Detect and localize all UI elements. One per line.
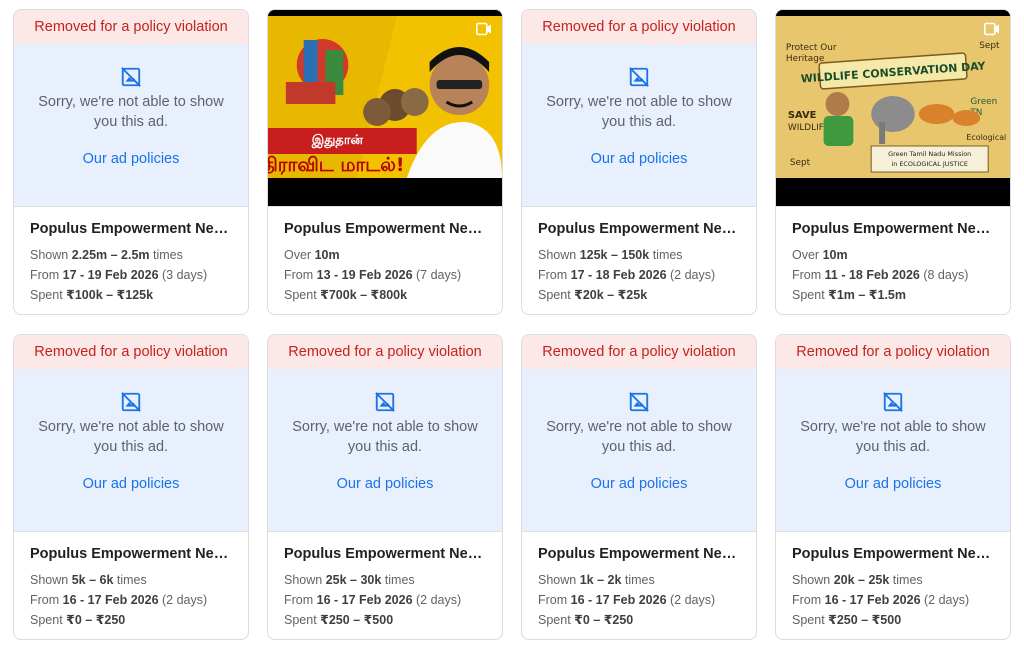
ad-card[interactable]: Removed for a policy violation Sorry, we… bbox=[775, 334, 1011, 640]
ad-details: Populus Empowerment Netw... Shown 125k –… bbox=[522, 206, 756, 314]
ad-preview-removed: Removed for a policy violation Sorry, we… bbox=[14, 335, 248, 531]
ad-unavailable-message: Sorry, we're not able to show you this a… bbox=[546, 419, 732, 455]
ad-policies-link[interactable]: Our ad policies bbox=[776, 476, 1010, 492]
image-unavailable-icon bbox=[120, 391, 142, 413]
date-range-line: From 17 - 18 Feb 2026 (2 days) bbox=[538, 268, 716, 282]
svg-text:Sept: Sept bbox=[790, 158, 811, 168]
spend-line: Spent ₹250 – ₹500 bbox=[284, 613, 394, 627]
ad-card[interactable]: Removed for a policy violation Sorry, we… bbox=[13, 9, 249, 315]
svg-text:Green Tamil Nadu Mission: Green Tamil Nadu Mission bbox=[888, 150, 971, 158]
svg-text:திராவிட மாடல்!: திராவிட மாடல்! bbox=[268, 154, 405, 178]
ad-card[interactable]: Removed for a policy violation Sorry, we… bbox=[267, 334, 503, 640]
ad-policies-link[interactable]: Our ad policies bbox=[268, 476, 502, 492]
image-unavailable-icon bbox=[628, 66, 650, 88]
ad-preview-removed: Removed for a policy violation Sorry, we… bbox=[776, 335, 1010, 531]
ad-preview-removed: Removed for a policy violation Sorry, we… bbox=[14, 10, 248, 206]
ad-preview-removed: Removed for a policy violation Sorry, we… bbox=[522, 335, 756, 531]
ad-preview-removed: Removed for a policy violation Sorry, we… bbox=[268, 335, 502, 531]
impressions-line: Over 10m bbox=[792, 248, 848, 262]
svg-text:WILDLIFE: WILDLIFE bbox=[788, 123, 830, 133]
ad-details: Populus Empowerment Netw... Shown 1k – 2… bbox=[522, 531, 756, 639]
ad-card[interactable]: Removed for a policy violation Sorry, we… bbox=[13, 334, 249, 640]
ad-unavailable-message: Sorry, we're not able to show you this a… bbox=[800, 419, 986, 455]
advertiser-name[interactable]: Populus Empowerment Netw... bbox=[792, 221, 995, 237]
advertiser-name[interactable]: Populus Empowerment Netw... bbox=[792, 546, 995, 562]
impressions-line: Shown 20k – 25k times bbox=[792, 573, 923, 587]
image-unavailable-icon bbox=[882, 391, 904, 413]
svg-text:Heritage: Heritage bbox=[786, 54, 825, 64]
ad-details: Populus Empowerment Netw... Shown 5k – 6… bbox=[14, 531, 248, 639]
spend-line: Spent ₹0 – ₹250 bbox=[538, 613, 634, 627]
date-range-line: From 16 - 17 Feb 2026 (2 days) bbox=[792, 593, 970, 607]
policy-violation-banner: Removed for a policy violation bbox=[14, 10, 248, 44]
ad-card[interactable]: Removed for a policy violation Sorry, we… bbox=[521, 334, 757, 640]
impressions-line: Shown 1k – 2k times bbox=[538, 573, 655, 587]
svg-text:Green: Green bbox=[970, 97, 997, 107]
impressions-line: Over 10m bbox=[284, 248, 340, 262]
ad-unavailable-message: Sorry, we're not able to show you this a… bbox=[546, 94, 732, 130]
spend-line: Spent ₹20k – ₹25k bbox=[538, 288, 648, 302]
date-range-line: From 16 - 17 Feb 2026 (2 days) bbox=[538, 593, 716, 607]
advertiser-name[interactable]: Populus Empowerment Netw... bbox=[30, 546, 233, 562]
policy-violation-banner: Removed for a policy violation bbox=[776, 335, 1010, 369]
ad-details: Populus Empowerment Netw... Shown 2.25m … bbox=[14, 206, 248, 314]
date-range-line: From 13 - 19 Feb 2026 (7 days) bbox=[284, 268, 462, 282]
policy-violation-banner: Removed for a policy violation bbox=[14, 335, 248, 369]
advertiser-name[interactable]: Populus Empowerment Netw... bbox=[284, 546, 487, 562]
ad-policies-link[interactable]: Our ad policies bbox=[522, 151, 756, 167]
spend-line: Spent ₹100k – ₹125k bbox=[30, 288, 154, 302]
date-range-line: From 16 - 17 Feb 2026 (2 days) bbox=[284, 593, 462, 607]
image-unavailable-icon bbox=[120, 66, 142, 88]
ad-unavailable-message: Sorry, we're not able to show you this a… bbox=[38, 419, 224, 455]
policy-violation-banner: Removed for a policy violation bbox=[522, 335, 756, 369]
video-camera-icon bbox=[476, 22, 492, 36]
date-range-line: From 16 - 17 Feb 2026 (2 days) bbox=[30, 593, 208, 607]
ad-card[interactable]: Removed for a policy violation Sorry, we… bbox=[521, 9, 757, 315]
spend-line: Spent ₹1m – ₹1.5m bbox=[792, 288, 906, 302]
date-range-line: From 17 - 19 Feb 2026 (3 days) bbox=[30, 268, 208, 282]
advertiser-name[interactable]: Populus Empowerment Netw... bbox=[538, 546, 741, 562]
spend-line: Spent ₹0 – ₹250 bbox=[30, 613, 126, 627]
advertiser-name[interactable]: Populus Empowerment Netw... bbox=[538, 221, 741, 237]
date-range-line: From 11 - 18 Feb 2026 (8 days) bbox=[792, 268, 969, 282]
svg-text:இதுதான்: இதுதான் bbox=[311, 133, 364, 148]
impressions-line: Shown 25k – 30k times bbox=[284, 573, 415, 587]
svg-text:Protect Our: Protect Our bbox=[786, 43, 837, 53]
ad-video-thumbnail[interactable]: WILDLIFE CONSERVATION DAY Protect Our He… bbox=[776, 10, 1010, 206]
ad-details: Populus Empowerment Netw... Shown 20k – … bbox=[776, 531, 1010, 639]
ad-policies-link[interactable]: Our ad policies bbox=[14, 476, 248, 492]
svg-text:Sept: Sept bbox=[979, 41, 1000, 51]
ad-preview-removed: Removed for a policy violation Sorry, we… bbox=[522, 10, 756, 206]
ad-details: Populus Empowerment Netw... Over 10m Fro… bbox=[776, 206, 1010, 314]
spend-line: Spent ₹700k – ₹800k bbox=[284, 288, 408, 302]
ad-unavailable-message: Sorry, we're not able to show you this a… bbox=[38, 94, 224, 130]
ad-card[interactable]: WILDLIFE CONSERVATION DAY Protect Our He… bbox=[775, 9, 1011, 315]
impressions-line: Shown 2.25m – 2.5m times bbox=[30, 248, 183, 262]
svg-text:in ECOLOGICAL JUSTICE: in ECOLOGICAL JUSTICE bbox=[891, 160, 968, 168]
advertiser-name[interactable]: Populus Empowerment Netw... bbox=[284, 221, 487, 237]
svg-text:SAVE: SAVE bbox=[788, 110, 817, 121]
ad-details: Populus Empowerment Netw... Shown 25k – … bbox=[268, 531, 502, 639]
ad-details: Populus Empowerment Netw... Over 10m Fro… bbox=[268, 206, 502, 314]
policy-violation-banner: Removed for a policy violation bbox=[268, 335, 502, 369]
ad-card[interactable]: இதுதான் திராவிட மாடல்! Populus Empowerme… bbox=[267, 9, 503, 315]
advertiser-name[interactable]: Populus Empowerment Netw... bbox=[30, 221, 233, 237]
image-unavailable-icon bbox=[628, 391, 650, 413]
ad-policies-link[interactable]: Our ad policies bbox=[14, 151, 248, 167]
policy-violation-banner: Removed for a policy violation bbox=[522, 10, 756, 44]
spend-line: Spent ₹250 – ₹500 bbox=[792, 613, 902, 627]
impressions-line: Shown 125k – 150k times bbox=[538, 248, 683, 262]
impressions-line: Shown 5k – 6k times bbox=[30, 573, 147, 587]
video-camera-icon bbox=[984, 22, 1000, 36]
ad-video-thumbnail[interactable]: இதுதான் திராவிட மாடல்! bbox=[268, 10, 502, 206]
image-unavailable-icon bbox=[374, 391, 396, 413]
svg-text:Ecological: Ecological bbox=[966, 133, 1006, 142]
ad-unavailable-message: Sorry, we're not able to show you this a… bbox=[292, 419, 478, 455]
ad-grid: Removed for a policy violation Sorry, we… bbox=[0, 0, 1024, 655]
ad-policies-link[interactable]: Our ad policies bbox=[522, 476, 756, 492]
